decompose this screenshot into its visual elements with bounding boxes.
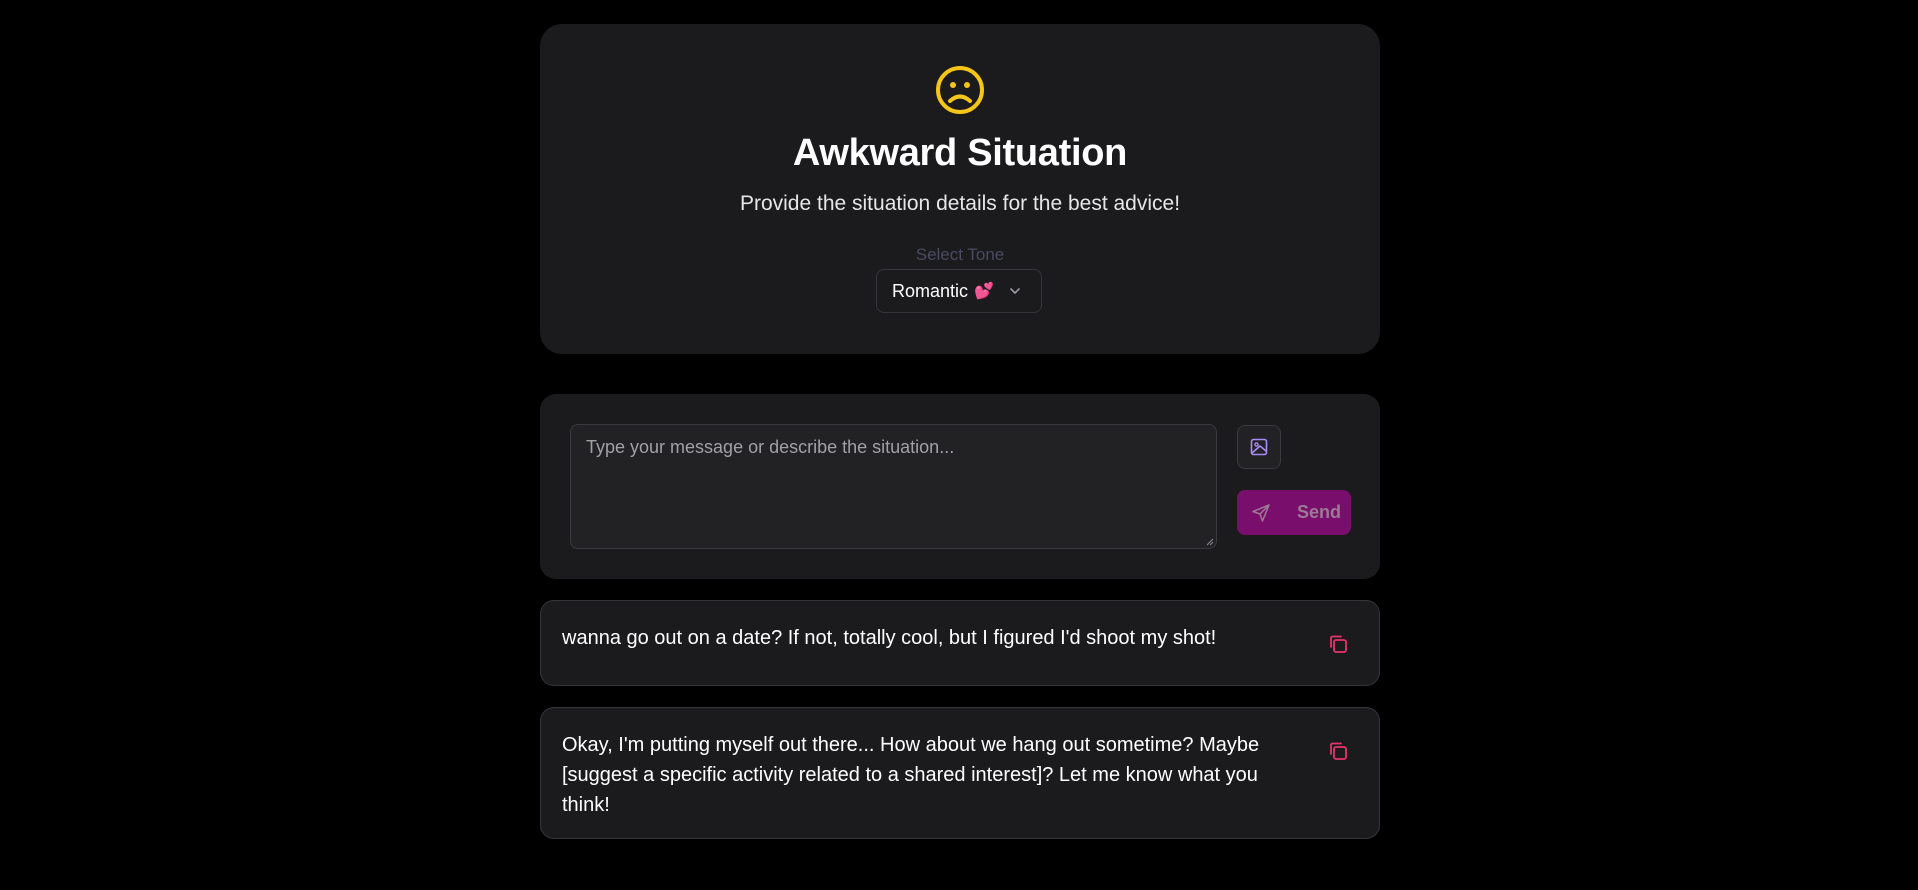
frown-icon (936, 66, 984, 114)
tone-select[interactable]: Romantic 💕 (876, 269, 1042, 313)
reply-text: Okay, I'm putting myself out there... Ho… (562, 734, 1260, 816)
message-placeholder: Type your message or describe the situat… (586, 437, 955, 457)
composer-card: Type your message or describe the situat… (540, 394, 1380, 579)
tone-label: Select Tone (915, 245, 1005, 264)
header-card: Awkward Situation Provide the situation … (540, 24, 1380, 354)
app-container: Awkward Situation Provide the situation … (540, 24, 1380, 839)
send-label: Send (1297, 502, 1342, 522)
reply-text: wanna go out on a date? If not, totally … (562, 627, 1217, 649)
chevron-down-icon (1010, 288, 1020, 294)
reply-card: wanna go out on a date? If not, totally … (540, 600, 1380, 686)
page-subtitle: Provide the situation details for the be… (739, 192, 1181, 215)
page-title: Awkward Situation (792, 132, 1128, 174)
resize-handle-icon[interactable] (1206, 538, 1214, 546)
image-icon (1250, 438, 1268, 456)
attach-image-button[interactable] (1237, 425, 1281, 469)
tone-selected-value: Romantic (892, 280, 969, 301)
copy-icon[interactable] (1327, 740, 1349, 762)
send-icon (1252, 503, 1270, 522)
copy-icon[interactable] (1327, 633, 1349, 655)
message-input[interactable]: Type your message or describe the situat… (570, 424, 1217, 549)
tone-emoji: 💕 (974, 283, 994, 300)
reply-card: Okay, I'm putting myself out there... Ho… (540, 707, 1380, 839)
send-button[interactable]: Send (1237, 490, 1351, 535)
